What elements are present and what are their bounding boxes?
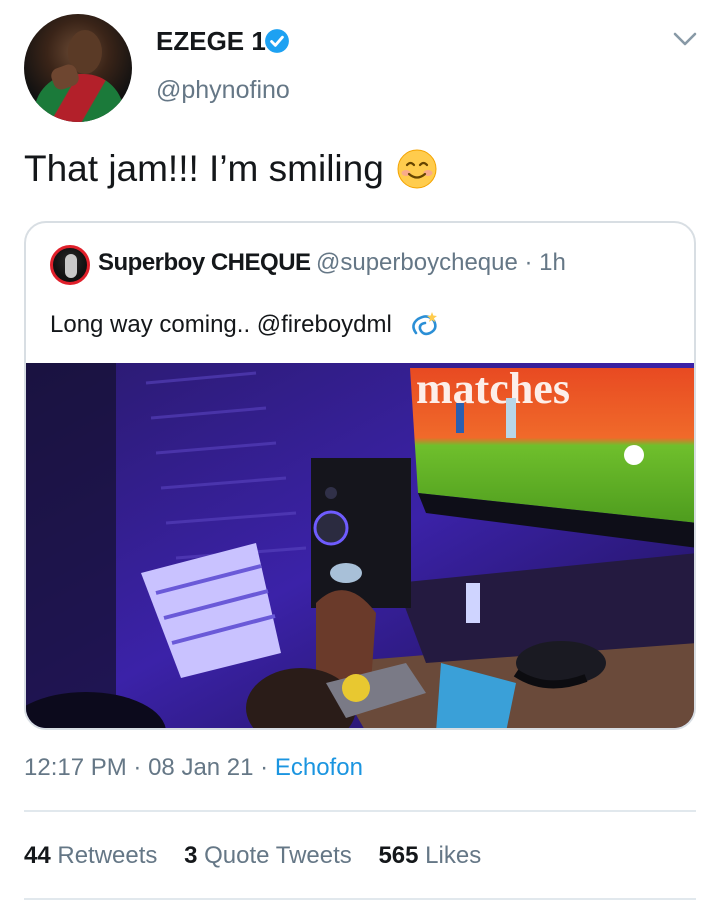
verified-badge-icon xyxy=(265,29,289,53)
tweet-source-link[interactable]: Echofon xyxy=(275,754,363,781)
dizzy-icon xyxy=(412,312,437,336)
tweet-date: 08 Jan 21 xyxy=(148,754,254,781)
retweets-stat[interactable]: 44 Retweets xyxy=(24,842,157,869)
quoted-author-name: Superboy CHEQUE xyxy=(98,249,311,276)
likes-stat[interactable]: 565 Likes xyxy=(378,842,481,869)
quote-tweets-label: Quote Tweets xyxy=(204,842,352,869)
chevron-down-icon[interactable] xyxy=(672,28,698,50)
author-avatar[interactable] xyxy=(24,14,132,122)
author-display-name[interactable]: EZEGE 1 xyxy=(156,26,266,57)
quoted-tweet-text: Long way coming.. @fireboydml xyxy=(50,311,392,338)
tweet-text: That jam!!! I’m smiling xyxy=(24,148,384,189)
smiling-face-icon xyxy=(397,149,437,189)
divider xyxy=(24,810,696,812)
tweet-meta: 12:17 PM · 08 Jan 21 · Echofon xyxy=(24,754,363,782)
quoted-tweet-card[interactable]: Superboy CHEQUE @superboycheque · 1h Lon… xyxy=(24,221,696,730)
quote-tweets-stat[interactable]: 3 Quote Tweets xyxy=(184,842,352,869)
avatar-shirt xyxy=(34,74,124,122)
meta-separator: · xyxy=(260,754,275,781)
tweet-stats: 44 Retweets 3 Quote Tweets 565 Likes xyxy=(24,842,501,870)
quoted-author-avatar xyxy=(50,245,90,285)
quote-tweets-count: 3 xyxy=(184,842,198,869)
likes-label: Likes xyxy=(425,842,482,869)
retweets-count: 44 xyxy=(24,842,51,869)
likes-count: 565 xyxy=(378,842,419,869)
meta-separator: · xyxy=(133,754,149,781)
studio-photo[interactable]: matches xyxy=(26,363,696,730)
retweets-label: Retweets xyxy=(57,842,158,869)
tv-screen-text: matches xyxy=(416,364,570,413)
quoted-author-handle-time: @superboycheque · 1h xyxy=(316,249,566,276)
tweet-time: 12:17 PM xyxy=(24,754,127,781)
author-handle[interactable]: @phynofino xyxy=(156,76,290,105)
